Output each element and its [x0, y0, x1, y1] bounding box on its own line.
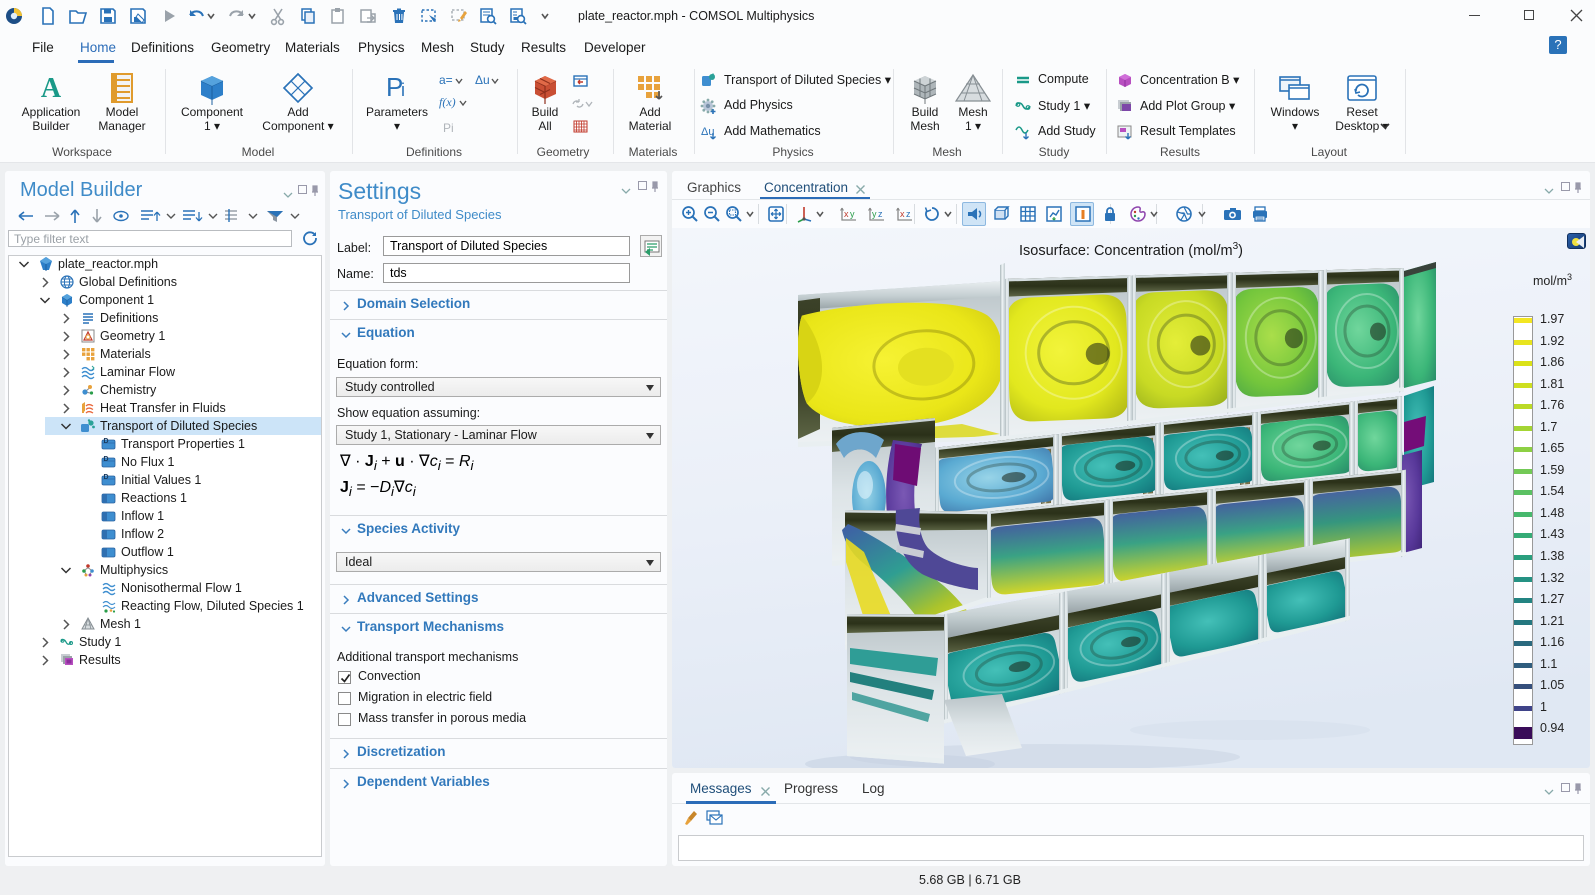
- svg-text:D: D: [104, 456, 109, 463]
- svg-text:z: z: [878, 209, 883, 219]
- svg-text:z: z: [906, 209, 911, 219]
- svg-text:Pi: Pi: [443, 121, 454, 135]
- svg-text:y: y: [872, 209, 877, 219]
- svg-text:D: D: [104, 474, 109, 481]
- svg-text:i: i: [401, 80, 405, 100]
- svg-text:D: D: [104, 438, 109, 445]
- svg-text:x: x: [844, 209, 849, 219]
- svg-text:y: y: [850, 209, 855, 219]
- svg-text:Δu: Δu: [475, 73, 490, 87]
- svg-text:a=: a=: [439, 73, 453, 87]
- svg-text:f(x): f(x): [439, 95, 456, 109]
- svg-text:x: x: [900, 209, 905, 219]
- svg-text:A: A: [41, 73, 62, 104]
